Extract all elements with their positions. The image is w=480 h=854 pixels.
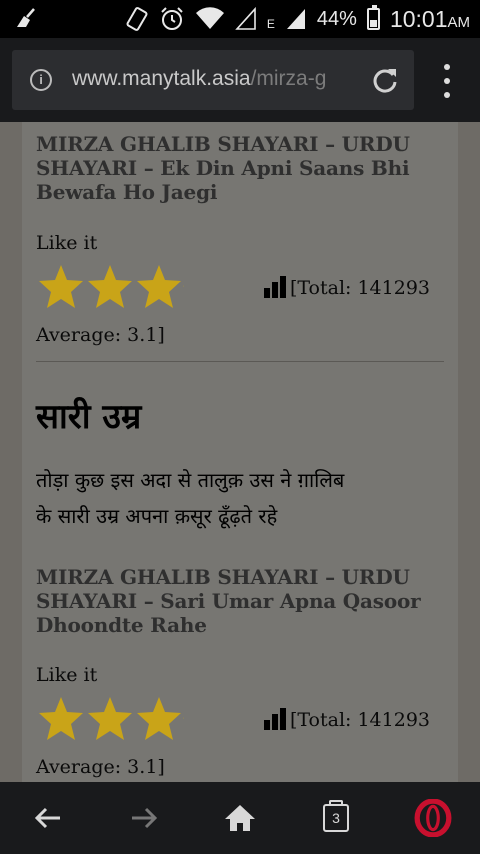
poem-line: के सारी उम्र अपना क़सूर ढूँढ़ते रहे xyxy=(36,504,278,528)
star-icon[interactable] xyxy=(36,694,86,744)
rating-average: Average: 3.1] xyxy=(36,324,165,346)
rating-total: [Total: 141293 xyxy=(263,708,430,731)
like-label: Like it xyxy=(36,664,98,686)
stats-bars-icon xyxy=(263,708,286,730)
signal-strength-icon xyxy=(286,9,305,29)
rating-average: Average: 3.1] xyxy=(36,756,165,778)
star-rating[interactable] xyxy=(36,262,190,312)
rating-widget: [Total: 141293 xyxy=(36,262,444,312)
url-text[interactable]: www.manytalk.asia/mirza-g xyxy=(72,67,368,91)
post-divider xyxy=(36,361,444,362)
tabs-counter-icon[interactable]: 3 xyxy=(323,800,349,832)
opera-menu-icon[interactable] xyxy=(414,799,452,837)
overflow-menu-icon[interactable] xyxy=(440,64,454,98)
star-icon-partial[interactable] xyxy=(183,694,191,744)
post-category-title[interactable]: MIRZA GHALIB SHAYARI – URDU SHAYARI – Ek… xyxy=(36,132,436,204)
battery-icon xyxy=(366,5,380,30)
stats-bars-icon xyxy=(263,276,286,298)
star-rating[interactable] xyxy=(36,694,190,744)
rating-total: [Total: 141293 xyxy=(263,276,430,299)
battery-percent: 44% xyxy=(316,7,357,30)
network-type-label: E xyxy=(266,17,275,31)
alarm-icon xyxy=(161,7,183,30)
star-icon[interactable] xyxy=(134,262,184,312)
star-icon-partial[interactable] xyxy=(183,262,191,312)
vibrate-icon xyxy=(126,7,148,31)
post-category-title[interactable]: MIRZA GHALIB SHAYARI – URDU SHAYARI – Sa… xyxy=(36,565,436,637)
poem-text: तोड़ा कुछ इस अदा से तालुक़ उस ने ग़ालिब … xyxy=(36,462,444,534)
back-arrow-icon[interactable] xyxy=(30,800,66,836)
post-title[interactable]: सारी उम्र xyxy=(36,392,141,438)
star-icon[interactable] xyxy=(85,262,135,312)
poem-line: तोड़ा कुछ इस अदा से तालुक़ उस ने ग़ालिब xyxy=(36,468,345,492)
status-bar: E 44% 10:01AM xyxy=(0,0,480,38)
clock: 10:01AM xyxy=(389,5,470,32)
web-page-content: MIRZA GHALIB SHAYARI – URDU SHAYARI – Ek… xyxy=(0,122,480,782)
browser-bottom-nav: 3 xyxy=(0,782,480,854)
cleaner-broom-icon xyxy=(17,8,35,27)
site-info-icon[interactable]: i xyxy=(30,69,52,91)
reload-icon[interactable] xyxy=(370,65,400,95)
like-label: Like it xyxy=(36,232,98,254)
sim-signal-empty-icon xyxy=(235,7,256,30)
home-icon[interactable] xyxy=(222,800,258,836)
star-icon[interactable] xyxy=(85,694,135,744)
forward-arrow-icon[interactable] xyxy=(126,800,162,836)
browser-toolbar: i www.manytalk.asia/mirza-g xyxy=(0,38,480,122)
address-bar[interactable]: i www.manytalk.asia/mirza-g xyxy=(12,50,414,110)
wifi-icon xyxy=(195,7,224,29)
star-icon[interactable] xyxy=(36,262,86,312)
rating-widget: [Total: 141293 xyxy=(36,694,444,744)
star-icon[interactable] xyxy=(134,694,184,744)
article-column: MIRZA GHALIB SHAYARI – URDU SHAYARI – Ek… xyxy=(22,122,458,782)
